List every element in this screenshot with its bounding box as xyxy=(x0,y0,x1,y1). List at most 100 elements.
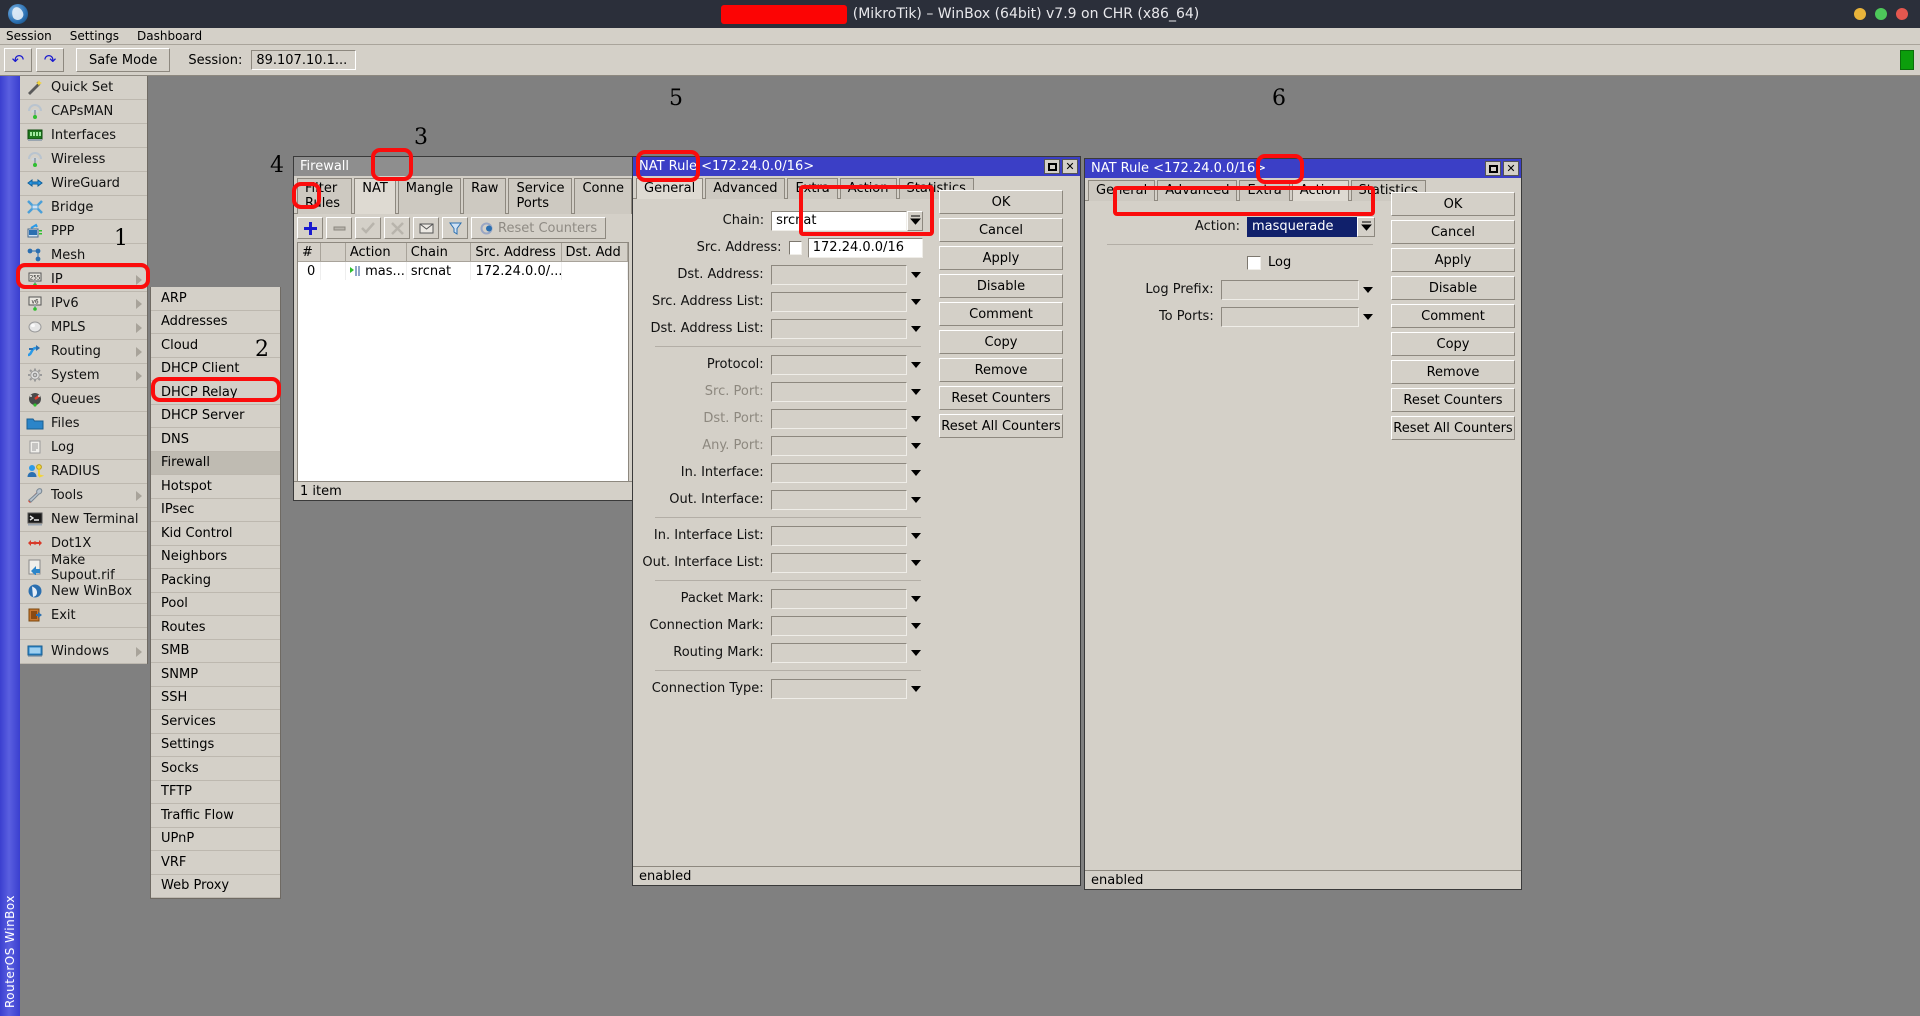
nat-rule-general-tab-general[interactable]: General xyxy=(636,178,704,199)
reset-counters-button[interactable]: Reset Counters xyxy=(471,217,607,239)
mainmenu-item-interfaces[interactable]: Interfaces xyxy=(20,124,147,148)
chevron-down-icon[interactable] xyxy=(910,382,923,402)
dst-address-list-input[interactable] xyxy=(770,318,907,339)
chevron-down-icon[interactable] xyxy=(910,436,923,456)
submenu-item-kid-control[interactable]: Kid Control xyxy=(151,522,280,546)
chevron-down-icon[interactable] xyxy=(910,265,923,285)
packet-mark-input[interactable] xyxy=(770,588,907,609)
undo-icon[interactable]: ↶ xyxy=(4,48,32,72)
disable-button[interactable]: Disable xyxy=(939,274,1063,298)
mainmenu-item-files[interactable]: Files xyxy=(20,412,147,436)
cancel-button[interactable]: Cancel xyxy=(939,218,1063,242)
minus-icon[interactable] xyxy=(326,217,352,239)
submenu-item-ipsec[interactable]: IPsec xyxy=(151,499,280,522)
mainmenu-item-windows[interactable]: Windows xyxy=(20,640,147,664)
submenu-item-pool[interactable]: Pool xyxy=(151,593,280,616)
maximize-button[interactable] xyxy=(1875,8,1887,20)
firewall-window-titlebar[interactable]: Firewall xyxy=(294,157,632,176)
action-select[interactable]: masquerade xyxy=(1247,216,1357,237)
mainmenu-item-new-terminal[interactable]: New Terminal xyxy=(20,508,147,532)
submenu-item-addresses[interactable]: Addresses xyxy=(151,311,280,334)
mainmenu-item-system[interactable]: System xyxy=(20,364,147,388)
mainmenu-item-mpls[interactable]: MPLS xyxy=(20,316,147,340)
src-address-checkbox[interactable] xyxy=(788,240,803,255)
chevron-down-icon[interactable] xyxy=(910,490,923,510)
connection-type-input[interactable] xyxy=(770,678,907,699)
submenu-item-packing[interactable]: Packing xyxy=(151,569,280,593)
apply-button[interactable]: Apply xyxy=(1391,248,1515,272)
column-header[interactable]: Dst. Add xyxy=(561,243,629,262)
in-interface-list-input[interactable] xyxy=(770,525,907,546)
connection-mark-input[interactable] xyxy=(770,615,907,636)
submenu-item-hotspot[interactable]: Hotspot xyxy=(151,475,280,499)
chevron-down-icon[interactable] xyxy=(910,409,923,429)
out-interface-list-input[interactable] xyxy=(770,552,907,573)
mainmenu-item-radius[interactable]: RADIUS xyxy=(20,460,147,484)
comment-icon[interactable] xyxy=(413,217,439,239)
mainmenu-item-exit[interactable]: Exit xyxy=(20,604,147,628)
out-interface-input[interactable] xyxy=(770,489,907,510)
comment-button[interactable]: Comment xyxy=(1391,304,1515,328)
submenu-item-vrf[interactable]: VRF xyxy=(151,851,280,875)
firewall-tab-nat[interactable]: NAT xyxy=(354,178,396,214)
submenu-item-socks[interactable]: Socks xyxy=(151,757,280,781)
copy-button[interactable]: Copy xyxy=(1391,332,1515,356)
protocol-input[interactable] xyxy=(770,354,907,375)
nat-rule-action-tab-extra[interactable]: Extra xyxy=(1239,180,1290,201)
nat-general-window-controls[interactable]: ✕ xyxy=(1044,159,1078,174)
mainmenu-item-wireguard[interactable]: WireGuard xyxy=(20,172,147,196)
chevron-down-icon[interactable] xyxy=(1362,280,1375,300)
submenu-item-settings[interactable]: Settings xyxy=(151,734,280,757)
mainmenu-item-ip[interactable]: 255 IP xyxy=(20,268,147,292)
mainmenu-item-log[interactable]: Log xyxy=(20,436,147,460)
submenu-item-dhcp-server[interactable]: DHCP Server xyxy=(151,405,280,428)
nat-rule-action-tab-advanced[interactable]: Advanced xyxy=(1157,180,1238,201)
maximize-icon[interactable] xyxy=(1044,159,1060,174)
log-checkbox[interactable] xyxy=(1247,255,1261,270)
in-interface-input[interactable] xyxy=(770,462,907,483)
to-ports-input[interactable] xyxy=(1220,306,1359,327)
comment-button[interactable]: Comment xyxy=(939,302,1063,326)
column-header[interactable]: Src. Address xyxy=(471,243,562,262)
remove-button[interactable]: Remove xyxy=(1391,360,1515,384)
column-header[interactable]: Action xyxy=(345,243,407,262)
table-row[interactable]: 0 mas... srcnat 172.24.0.0/... xyxy=(298,262,628,280)
menu-session[interactable]: Session xyxy=(4,29,54,43)
nat-rule-action-tab-general[interactable]: General xyxy=(1088,180,1156,201)
nat-action-titlebar[interactable]: NAT Rule <172.24.0.0/16> ✕ xyxy=(1085,159,1521,178)
reset-all-counters-button[interactable]: Reset All Counters xyxy=(939,414,1063,438)
copy-button[interactable]: Copy xyxy=(939,330,1063,354)
close-icon[interactable]: ✕ xyxy=(1062,159,1078,174)
submenu-item-firewall[interactable]: Firewall xyxy=(151,451,280,475)
dst-port-input[interactable] xyxy=(770,408,907,429)
firewall-tab-conne[interactable]: Conne xyxy=(574,178,632,214)
firewall-tab-mangle[interactable]: Mangle xyxy=(397,178,462,214)
minimize-button[interactable] xyxy=(1854,8,1866,20)
action-dropdown-button[interactable] xyxy=(1357,216,1375,237)
column-header[interactable]: # xyxy=(298,243,321,262)
submenu-item-web-proxy[interactable]: Web Proxy xyxy=(151,875,280,898)
firewall-tab-raw[interactable]: Raw xyxy=(463,178,507,214)
check-icon[interactable] xyxy=(355,217,381,239)
close-icon[interactable]: ✕ xyxy=(1503,161,1519,176)
chevron-down-icon[interactable] xyxy=(910,355,923,375)
src-port-input[interactable] xyxy=(770,381,907,402)
remove-button[interactable]: Remove xyxy=(939,358,1063,382)
submenu-item-dns[interactable]: DNS xyxy=(151,428,280,452)
mainmenu-item-ipv6[interactable]: v6 IPv6 xyxy=(20,292,147,316)
cross-icon[interactable] xyxy=(384,217,410,239)
mainmenu-item-capsman[interactable]: CAPsMAN xyxy=(20,100,147,124)
submenu-item-smb[interactable]: SMB xyxy=(151,640,280,663)
reset-counters-button[interactable]: Reset Counters xyxy=(939,386,1063,410)
ok-button[interactable]: OK xyxy=(939,190,1063,214)
mainmenu-item-tools[interactable]: Tools xyxy=(20,484,147,508)
chain-input[interactable]: srcnat xyxy=(771,210,908,231)
submenu-item-tftp[interactable]: TFTP xyxy=(151,781,280,804)
menu-dashboard[interactable]: Dashboard xyxy=(135,29,204,43)
mainmenu-item-wireless[interactable]: Wireless xyxy=(20,148,147,172)
chevron-down-icon[interactable] xyxy=(910,679,923,699)
submenu-item-traffic-flow[interactable]: Traffic Flow xyxy=(151,804,280,828)
submenu-item-routes[interactable]: Routes xyxy=(151,616,280,640)
chevron-down-icon[interactable] xyxy=(910,292,923,312)
nat-rule-general-tab-advanced[interactable]: Advanced xyxy=(705,178,786,199)
